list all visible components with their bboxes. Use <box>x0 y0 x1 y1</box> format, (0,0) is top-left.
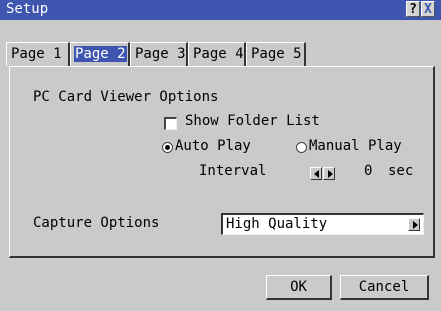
window-title: Setup <box>6 1 49 17</box>
right-arrow-icon <box>328 170 333 178</box>
title-bar[interactable]: Setup ? X <box>0 0 441 20</box>
auto-play-label[interactable]: Auto Play <box>175 138 251 154</box>
capture-options-label: Capture Options <box>33 215 160 231</box>
tab-page-4[interactable]: Page 4 <box>188 42 246 66</box>
manual-play-radio[interactable] <box>296 142 307 153</box>
tab-page-5[interactable]: Page 5 <box>246 42 306 66</box>
left-arrow-icon <box>314 170 319 178</box>
capture-options-value: High Quality <box>226 216 328 232</box>
tab-page-2[interactable]: Page 2 <box>70 42 130 66</box>
right-arrow-icon <box>413 221 418 229</box>
tab-page-1[interactable]: Page 1 <box>6 42 70 66</box>
interval-unit: sec <box>388 163 414 179</box>
interval-decrease-button[interactable] <box>310 167 322 180</box>
tab-page-3[interactable]: Page 3 <box>130 42 188 66</box>
capture-options-select[interactable]: High Quality <box>221 213 424 235</box>
auto-play-radio[interactable] <box>162 142 173 153</box>
interval-label: Interval <box>199 163 267 179</box>
interval-value: 0 <box>364 163 373 179</box>
close-button[interactable]: X <box>421 1 435 17</box>
help-button[interactable]: ? <box>406 1 420 17</box>
interval-increase-button[interactable] <box>323 167 335 180</box>
manual-play-label[interactable]: Manual Play <box>309 138 402 154</box>
setup-dialog: Setup ? X Page 1 Page 2 Page 3 Page 4 Pag… <box>0 0 441 311</box>
show-folder-list-label[interactable]: Show Folder List <box>185 113 320 129</box>
title-buttons: ? X <box>405 1 435 19</box>
show-folder-list-checkbox[interactable] <box>164 117 177 130</box>
ok-button[interactable]: OK <box>266 275 332 300</box>
cancel-button[interactable]: Cancel <box>340 275 429 300</box>
pc-card-heading: PC Card Viewer Options <box>33 89 219 105</box>
capture-options-dropdown-button[interactable] <box>408 218 420 231</box>
